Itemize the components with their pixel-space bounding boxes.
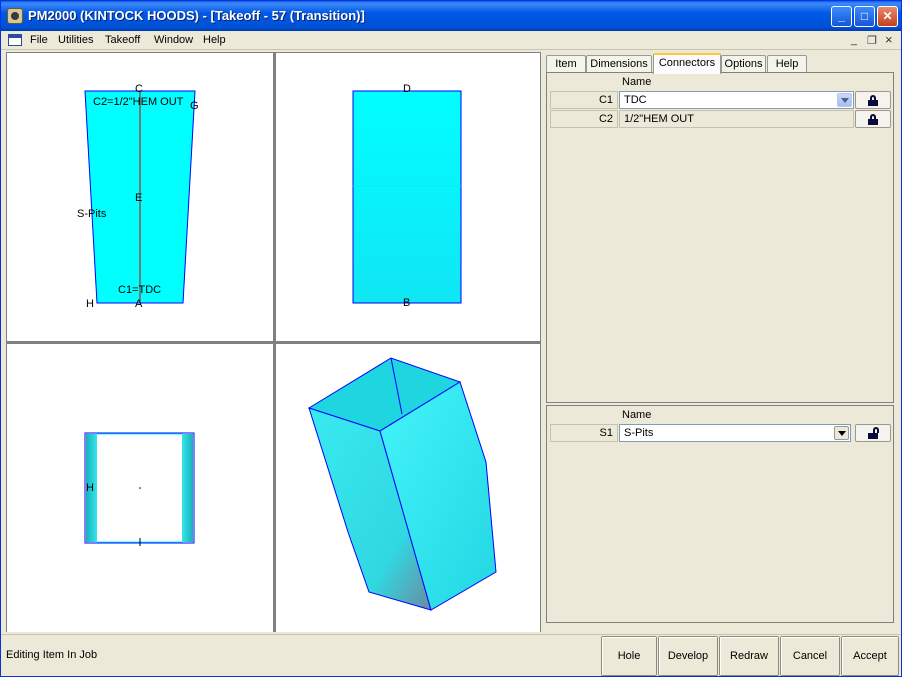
connector-name-value: TDC (624, 94, 647, 106)
seams-name-header: Name (622, 409, 652, 421)
top-view[interactable]: H (7, 344, 273, 632)
top-view-drawing (84, 432, 195, 546)
maximize-button[interactable]: □ (854, 6, 875, 27)
connectors-panel: Name C1 TDC C2 1/2"HEM OUT (546, 72, 894, 403)
front-label-a: A (135, 298, 143, 310)
status-text: Editing Item In Job (6, 649, 98, 661)
connector-lock-button[interactable] (855, 110, 891, 128)
seam-name-value: S-Pits (624, 427, 654, 439)
hole-button[interactable]: Hole (601, 636, 657, 676)
chevron-down-icon[interactable] (837, 93, 852, 107)
front-view[interactable]: C C2=1/2"HEM OUT G E S-Pits C1=TDC H A (7, 53, 273, 341)
menu-takeoff[interactable]: Takeoff (105, 34, 140, 46)
status-bar: Editing Item In Job Hole Develop Redraw … (1, 634, 901, 676)
side-label-d: D (403, 83, 411, 95)
tab-item[interactable]: Item (546, 55, 586, 73)
develop-button[interactable]: Develop (658, 636, 718, 676)
mdi-close-button[interactable]: × (885, 32, 893, 47)
title-bar[interactable]: PM2000 (KINTOCK HOODS) - [Takeoff - 57 (… (1, 1, 901, 31)
accept-button[interactable]: Accept (841, 636, 899, 676)
unlock-icon (868, 427, 879, 439)
property-tabs: Item Dimensions Connectors Options Help (546, 53, 896, 74)
tab-help[interactable]: Help (767, 55, 807, 73)
chevron-down-icon[interactable] (834, 426, 849, 440)
front-label-c: C (135, 83, 143, 95)
app-icon[interactable] (7, 8, 23, 24)
side-label-b: B (403, 297, 411, 309)
main-window: PM2000 (KINTOCK HOODS) - [Takeoff - 57 (… (0, 0, 902, 677)
seam-row-s1: S1 S-Pits (550, 424, 891, 442)
mdi-minimize-button[interactable]: _ (851, 34, 857, 46)
mdi-restore-button[interactable]: ❐ (867, 34, 877, 47)
minimize-button[interactable]: _ (831, 6, 852, 27)
connector-id: C2 (550, 110, 618, 128)
lock-icon (868, 95, 878, 106)
close-button[interactable]: ✕ (877, 6, 898, 27)
connector-row-c1: C1 TDC (550, 91, 891, 109)
connectors-name-header: Name (622, 76, 652, 88)
connector-lock-button[interactable] (855, 91, 891, 109)
menu-bar: File Utilities Takeoff Window Help _ ❐ × (1, 31, 901, 50)
document-icon[interactable] (8, 34, 22, 46)
iso-3d-drawing (307, 357, 497, 611)
menu-utilities[interactable]: Utilities (58, 34, 93, 46)
menu-help[interactable]: Help (203, 34, 226, 46)
front-label-c1: C1=TDC (118, 284, 162, 296)
cancel-button[interactable]: Cancel (780, 636, 840, 676)
front-label-e: E (135, 192, 143, 204)
seam-name-select[interactable]: S-Pits (619, 424, 851, 442)
menu-file[interactable]: File (30, 34, 48, 46)
lock-icon (868, 114, 878, 125)
top-label-h: H (86, 482, 94, 494)
tab-options[interactable]: Options (721, 55, 766, 73)
tab-dimensions[interactable]: Dimensions (586, 55, 652, 73)
window-title: PM2000 (KINTOCK HOODS) - [Takeoff - 57 (… (28, 8, 365, 23)
redraw-button[interactable]: Redraw (719, 636, 779, 676)
front-label-c2: C2=1/2"HEM OUT (93, 96, 184, 108)
iso-3d-view[interactable] (276, 344, 540, 632)
menu-window[interactable]: Window (154, 34, 193, 46)
connector-id: C1 (550, 91, 618, 109)
seams-panel: Name S1 S-Pits (546, 405, 894, 623)
seam-id: S1 (550, 424, 618, 442)
seam-lock-button[interactable] (855, 424, 891, 442)
front-label-spits: S-Pits (77, 208, 107, 220)
connector-name-field[interactable]: 1/2"HEM OUT (619, 110, 854, 128)
side-view[interactable]: D B (276, 53, 540, 341)
connector-row-c2: C2 1/2"HEM OUT (550, 110, 891, 128)
front-label-h: H (86, 298, 94, 310)
tab-connectors[interactable]: Connectors (653, 53, 721, 74)
connector-name-select[interactable]: TDC (619, 91, 854, 109)
front-label-g: G (190, 100, 199, 112)
